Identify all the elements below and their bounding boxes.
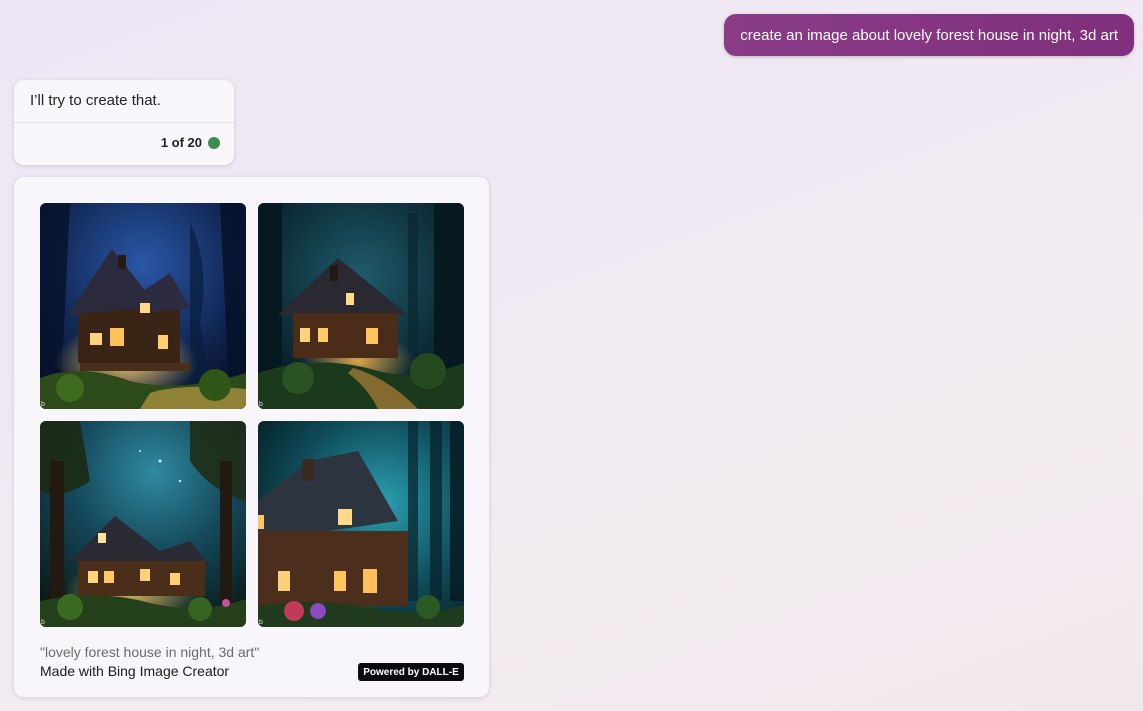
- forest-house-image-4: [258, 421, 464, 627]
- attribution-text: Made with Bing Image Creator: [40, 663, 230, 679]
- bing-logo-icon: b: [259, 401, 263, 408]
- generated-image-3[interactable]: b: [40, 421, 246, 627]
- bing-logo-icon: b: [259, 619, 263, 626]
- bing-logo-icon: b: [41, 401, 45, 408]
- forest-house-image-2: [258, 203, 464, 409]
- bing-logo-icon: b: [41, 619, 45, 626]
- status-dot-icon: [208, 136, 220, 149]
- generated-image-4[interactable]: b: [258, 421, 464, 627]
- bot-message-divider: [14, 122, 234, 123]
- generated-image-1[interactable]: b: [40, 203, 246, 409]
- generated-images-card: b b b b "lovely forest house in night, 3…: [14, 177, 489, 697]
- forest-house-image-1: [40, 203, 246, 409]
- powered-by-dalle-badge: Powered by DALL-E: [358, 663, 464, 681]
- bot-message-bubble: I’ll try to create that. 1 of 20: [14, 80, 234, 165]
- generated-image-2[interactable]: b: [258, 203, 464, 409]
- prompt-caption: "lovely forest house in night, 3d art": [40, 644, 260, 660]
- user-message-bubble: create an image about lovely forest hous…: [724, 14, 1134, 56]
- bot-message-text: I’ll try to create that.: [30, 92, 161, 109]
- forest-house-image-3: [40, 421, 246, 627]
- bot-message-footer: 1 of 20: [161, 135, 220, 150]
- turn-counter: 1 of 20: [160, 135, 202, 150]
